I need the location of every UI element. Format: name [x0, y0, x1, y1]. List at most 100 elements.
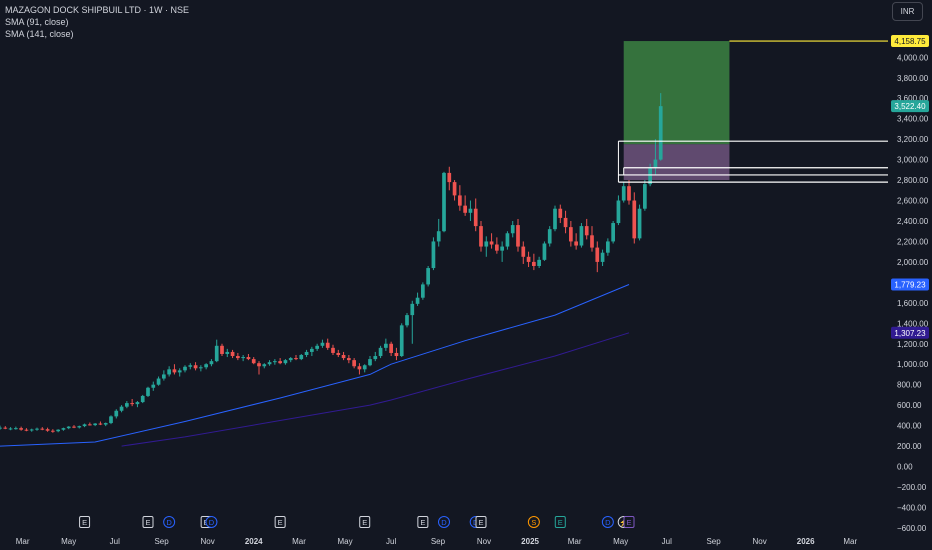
y-tick-label: 2,000.00: [897, 258, 929, 267]
candle-body: [590, 235, 594, 248]
y-tick-label: 3,200.00: [897, 135, 929, 144]
candle-body: [458, 195, 462, 206]
sma-line-1[interactable]: [0, 284, 630, 447]
y-tick-label: 1,600.00: [897, 299, 929, 308]
candle-body: [394, 352, 399, 357]
candle-body: [130, 403, 134, 405]
x-tick-label: Nov: [477, 537, 491, 546]
event-marker[interactable]: D: [438, 516, 450, 528]
event-letter: S: [531, 518, 536, 527]
event-marker[interactable]: S: [527, 516, 540, 528]
candle-body: [336, 352, 341, 356]
candle-body: [315, 345, 319, 349]
candle-body: [273, 361, 277, 363]
candle-body: [352, 360, 356, 367]
candle-body: [61, 428, 66, 430]
event-letter: D: [209, 518, 215, 527]
target-zone[interactable]: [623, 41, 730, 145]
candle-body: [40, 428, 45, 430]
candle-body: [162, 374, 166, 379]
event-letter: E: [82, 518, 87, 527]
candle-body: [473, 208, 478, 227]
candle-body: [177, 370, 182, 373]
candle-body: [14, 428, 18, 430]
candle-body: [119, 406, 124, 411]
y-tick-label: 1,200.00: [897, 340, 929, 349]
y-tick-label: −600.00: [897, 524, 927, 533]
candle-body: [569, 227, 573, 242]
candle-body: [542, 243, 547, 260]
candle-body: [484, 241, 489, 247]
event-marker[interactable]: E: [142, 516, 154, 528]
candle-body: [236, 356, 240, 359]
currency-button[interactable]: INR: [892, 2, 923, 21]
candle-body: [82, 424, 87, 427]
chart-legend: MAZAGON DOCK SHIPBUIL LTD · 1W · NSE SMA…: [5, 4, 189, 40]
event-marker[interactable]: D: [163, 516, 176, 528]
candle-body: [463, 205, 467, 213]
candle-body: [278, 361, 282, 364]
y-tick-label: 2,600.00: [897, 197, 929, 206]
candle-body: [399, 325, 404, 357]
candle-body: [241, 357, 245, 359]
candle-body: [537, 259, 541, 266]
legend-symbol[interactable]: MAZAGON DOCK SHIPBUIL LTD · 1W · NSE: [5, 4, 189, 16]
y-tick-label: 800.00: [897, 381, 922, 390]
position-tool[interactable]: [623, 41, 730, 181]
candle-body: [140, 395, 145, 403]
event-marker[interactable]: E: [274, 516, 286, 528]
event-marker[interactable]: E: [79, 516, 91, 528]
event-marker[interactable]: D: [205, 516, 218, 528]
candle-body: [558, 208, 563, 218]
event-marker[interactable]: E: [475, 516, 487, 528]
candle-body: [341, 355, 346, 359]
legend-sma-141[interactable]: SMA (141, close): [5, 28, 189, 40]
price-chart[interactable]: 4,000.003,800.003,600.003,400.003,200.00…: [0, 0, 932, 550]
candle-body: [426, 268, 430, 285]
candle-body: [125, 403, 129, 407]
event-marker[interactable]: E: [417, 516, 429, 528]
candle-body: [384, 343, 388, 348]
sma-layer: [0, 284, 630, 447]
candle-body: [93, 423, 97, 426]
legend-sma-91[interactable]: SMA (91, close): [5, 16, 189, 28]
candle-body: [468, 208, 473, 213]
candles-layer: [0, 93, 663, 433]
candle-body: [172, 369, 177, 373]
candle-body: [579, 226, 584, 246]
candle-body: [45, 429, 50, 431]
event-letter: E: [420, 518, 425, 527]
event-letter: E: [478, 518, 483, 527]
x-tick-label: May: [338, 537, 353, 546]
candle-body: [193, 365, 198, 369]
y-tick-label: −200.00: [897, 483, 927, 492]
candle-body: [410, 303, 415, 316]
x-tick-label: Mar: [843, 537, 857, 546]
candle-body: [56, 429, 60, 432]
price-badge-label: 1,779.23: [894, 280, 926, 289]
y-tick-label: 4,000.00: [897, 53, 929, 62]
candle-body: [373, 356, 378, 360]
candle-body: [88, 424, 92, 426]
event-letter: D: [166, 518, 172, 527]
event-marker[interactable]: D: [601, 516, 614, 528]
event-marker[interactable]: E: [623, 516, 635, 528]
candle-body: [114, 410, 119, 417]
candle-body: [526, 256, 531, 262]
x-tick-label: Sep: [706, 537, 721, 546]
x-tick-label: Jul: [386, 537, 396, 546]
y-tick-label: 0.00: [897, 463, 913, 472]
x-tick-label: Jul: [662, 537, 672, 546]
sma-line-2[interactable]: [121, 332, 630, 447]
candle-body: [658, 106, 663, 160]
candle-body: [251, 359, 256, 364]
x-tick-label: 2024: [245, 537, 263, 546]
candle-body: [606, 241, 610, 253]
price-axis[interactable]: 4,000.003,800.003,600.003,400.003,200.00…: [897, 53, 929, 533]
price-badge: 3,522.40: [891, 100, 929, 113]
event-marker[interactable]: E: [554, 516, 566, 528]
price-badge: 1,307.23: [891, 326, 929, 339]
time-axis[interactable]: Mar May Jul Sep Nov 2024 Mar May Jul Sep Nov 2025 Ma…: [16, 537, 858, 546]
event-marker[interactable]: E: [359, 516, 371, 528]
candle-body: [156, 378, 161, 385]
